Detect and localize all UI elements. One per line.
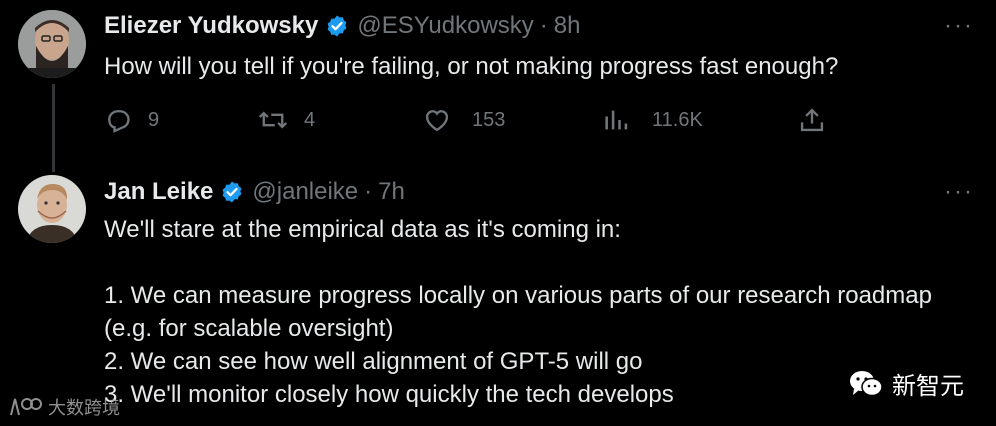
tweet-header: Eliezer Yudkowsky @ESYudkowsky · 8h bbox=[104, 12, 580, 40]
timestamp[interactable]: 8h bbox=[554, 12, 581, 40]
reply-button[interactable]: 9 bbox=[104, 106, 159, 134]
like-count: 153 bbox=[472, 108, 506, 131]
avatar-jan[interactable] bbox=[18, 175, 86, 243]
like-button[interactable]: 153 bbox=[422, 106, 505, 134]
tweet-jan[interactable]: Jan Leike @janleike · 7h ··· We'll stare… bbox=[0, 160, 996, 426]
like-icon bbox=[425, 110, 449, 132]
watermark-left: 大数跨境 bbox=[8, 394, 120, 420]
more-icon[interactable]: ··· bbox=[944, 180, 974, 204]
reply-icon bbox=[108, 110, 130, 133]
thread-line bbox=[52, 84, 55, 172]
verified-badge-icon bbox=[220, 180, 244, 204]
views-button[interactable]: 11.6K bbox=[602, 106, 703, 134]
views-count: 11.6K bbox=[652, 108, 703, 131]
display-name[interactable]: Eliezer Yudkowsky bbox=[104, 12, 318, 40]
watermark-right: 新智元 bbox=[848, 366, 964, 401]
tweet-text: We'll stare at the empirical data as it'… bbox=[104, 216, 932, 408]
wechat-icon bbox=[850, 370, 883, 396]
retweet-count: 4 bbox=[304, 108, 316, 131]
share-icon bbox=[800, 108, 824, 132]
separator-dot: · bbox=[539, 12, 548, 39]
retweet-button[interactable]: 4 bbox=[258, 106, 315, 134]
tweet-text: How will you tell if you're failing, or … bbox=[104, 53, 839, 80]
share-button[interactable] bbox=[798, 106, 826, 134]
watermark-right-text: 新智元 bbox=[892, 373, 964, 400]
handle[interactable]: @janleike bbox=[252, 178, 358, 206]
handle[interactable]: @ESYudkowsky bbox=[357, 12, 533, 40]
more-icon[interactable]: ··· bbox=[944, 14, 974, 38]
tweet-header: Jan Leike @janleike · 7h bbox=[104, 178, 405, 206]
retweet-icon bbox=[258, 111, 288, 129]
action-bar: 9 4 153 11.6K bbox=[104, 105, 834, 135]
views-icon bbox=[605, 110, 628, 130]
watermark-left-text: 大数跨境 bbox=[48, 398, 120, 418]
avatar-eliezer[interactable] bbox=[18, 10, 86, 78]
display-name[interactable]: Jan Leike bbox=[104, 178, 213, 206]
watermark-logo-icon bbox=[10, 398, 42, 416]
reply-count: 9 bbox=[148, 108, 160, 131]
verified-badge-icon bbox=[325, 14, 349, 38]
tweet-eliezer[interactable]: Eliezer Yudkowsky @ESYudkowsky · 8h ··· … bbox=[0, 0, 996, 172]
separator-dot: · bbox=[364, 178, 373, 205]
timestamp[interactable]: 7h bbox=[378, 178, 405, 206]
